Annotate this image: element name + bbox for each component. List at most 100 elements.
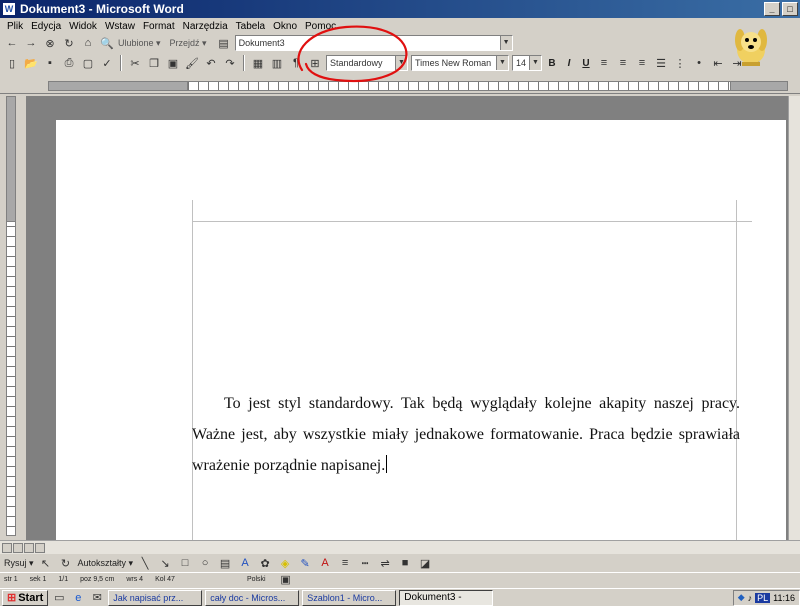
new-document-icon[interactable]: ▯ [4,55,20,71]
web-view-button[interactable] [13,542,23,553]
paste-icon[interactable]: ▣ [165,55,181,71]
pilcrow-icon[interactable]: ¶ [288,55,304,71]
align-right-icon[interactable]: ≡ [634,55,650,71]
chevron-down-icon[interactable]: ▼ [529,56,541,70]
arrow-icon[interactable]: ↘ [157,555,173,571]
print-view-button[interactable] [24,542,34,553]
task-button-active[interactable]: Dokument3 - [399,589,494,606]
minimize-button[interactable]: _ [764,2,780,16]
favorites-button[interactable]: Ulubione ▾ [118,38,161,49]
textbox-icon[interactable]: ▤ [217,555,233,571]
spelling-icon[interactable]: ✓ [99,55,115,71]
tray-volume-icon[interactable]: ♪ [748,593,753,603]
language-indicator[interactable]: PL [755,592,771,603]
outline-view-button[interactable] [35,542,45,553]
numbering-icon[interactable]: ⋮ [672,55,688,71]
chevron-down-icon[interactable]: ▼ [499,36,512,50]
quicklaunch-ie-icon[interactable]: e [70,590,86,606]
task-button[interactable]: Jak napisać prz... [108,589,203,606]
copy-icon[interactable]: ❐ [146,55,162,71]
task-button[interactable]: Szablon1 - Micro... [302,589,397,606]
font-color-icon[interactable]: A [317,555,333,571]
horizontal-ruler[interactable] [0,78,800,94]
home-icon[interactable]: ⌂ [80,35,96,51]
print-preview-icon[interactable]: ▢ [80,55,96,71]
draw-menu-button[interactable]: Rysuj ▾ [4,558,34,569]
task-button[interactable]: cały doc - Micros... [205,589,300,606]
style-select[interactable]: Standardowy ▼ [326,55,408,71]
wordart-icon[interactable]: A [237,555,253,571]
vertical-ruler[interactable] [0,96,24,536]
crop-mark [192,200,193,540]
font-size-select[interactable]: 14 ▼ [512,55,542,71]
dash-style-icon[interactable]: ┅ [357,555,373,571]
select-pointer-icon[interactable]: ↖ [38,555,54,571]
undo-icon[interactable]: ↶ [203,55,219,71]
chevron-down-icon[interactable]: ▼ [395,56,407,70]
menu-table[interactable]: Tabela [235,21,266,32]
print-icon[interactable]: ⎙ [61,55,77,71]
word-app-icon[interactable]: W [2,2,16,16]
maximize-button[interactable]: □ [782,2,798,16]
spell-check-status-icon[interactable]: ▣ [278,572,294,588]
decrease-indent-icon[interactable]: ⇤ [710,55,726,71]
autoshapes-button[interactable]: Autokształty ▾ [78,558,134,569]
document-paragraph[interactable]: To jest styl standardowy. Tak będą wyglą… [192,388,740,481]
font-select[interactable]: Times New Roman ▼ [411,55,509,71]
save-icon[interactable]: ▪ [42,55,58,71]
menu-tools[interactable]: Narzędzia [182,21,229,32]
line-color-icon[interactable]: ✎ [297,555,313,571]
redo-icon[interactable]: ↷ [222,55,238,71]
align-left-icon[interactable]: ≡ [596,55,612,71]
menu-file[interactable]: Plik [6,21,24,32]
menu-format[interactable]: Format [142,21,176,32]
address-field[interactable]: Dokument3 ▼ [234,35,513,51]
line-icon[interactable]: ╲ [137,555,153,571]
office-assistant-dog-icon[interactable] [732,22,770,68]
back-arrow-icon[interactable]: ← [4,35,20,51]
align-center-icon[interactable]: ≡ [615,55,631,71]
menu-help[interactable]: Pomoc [304,21,337,32]
tray-shield-icon[interactable]: ◆ [738,592,745,603]
bullets-icon[interactable]: • [691,55,707,71]
menu-edit[interactable]: Edycja [30,21,62,32]
document-map-icon[interactable]: ▥ [269,55,285,71]
oval-icon[interactable]: ○ [197,555,213,571]
tables-icon[interactable]: ▦ [250,55,266,71]
arrow-style-icon[interactable]: ⇌ [377,555,393,571]
rectangle-icon[interactable]: □ [177,555,193,571]
vertical-scrollbar[interactable] [788,96,800,554]
fill-color-icon[interactable]: ◈ [277,555,293,571]
chevron-down-icon[interactable]: ▼ [496,56,508,70]
menu-window[interactable]: Okno [272,21,298,32]
normal-view-button[interactable] [2,542,12,553]
clipart-icon[interactable]: ✿ [257,555,273,571]
open-folder-icon[interactable]: 📂 [23,55,39,71]
bold-button[interactable]: B [545,55,559,71]
quicklaunch-desktop-icon[interactable]: ▭ [51,590,67,606]
goto-button[interactable]: Przejdź ▾ [170,38,207,49]
document-page[interactable]: To jest styl standardowy. Tak będą wyglą… [56,120,786,540]
rotate-icon[interactable]: ↻ [58,555,74,571]
horizontal-scrollbar[interactable] [0,540,800,554]
menu-view[interactable]: Widok [68,21,98,32]
3d-icon[interactable]: ◪ [417,555,433,571]
underline-button[interactable]: U [579,55,593,71]
cut-icon[interactable]: ✂ [127,55,143,71]
start-button[interactable]: ⊞ Start [2,589,49,606]
stop-icon[interactable]: ⊗ [42,35,58,51]
forward-arrow-icon[interactable]: → [23,35,39,51]
italic-button[interactable]: I [562,55,576,71]
refresh-icon[interactable]: ↻ [61,35,77,51]
format-painter-icon[interactable]: 🖌 [184,55,200,71]
justify-icon[interactable]: ☰ [653,55,669,71]
paragraph-text: To jest styl standardowy. Tak będą wyglą… [192,395,740,474]
ruler-top-margin [6,96,16,222]
search-web-icon[interactable]: 🔍 [99,35,115,51]
shadow-icon[interactable]: ■ [397,555,413,571]
show-web-toolbar-icon[interactable]: ▤ [216,35,232,51]
menu-insert[interactable]: Wstaw [104,21,136,32]
quicklaunch-outlook-icon[interactable]: ✉ [89,590,105,606]
styles-pane-icon[interactable]: ⊞ [307,55,323,71]
line-style-icon[interactable]: ≡ [337,555,353,571]
